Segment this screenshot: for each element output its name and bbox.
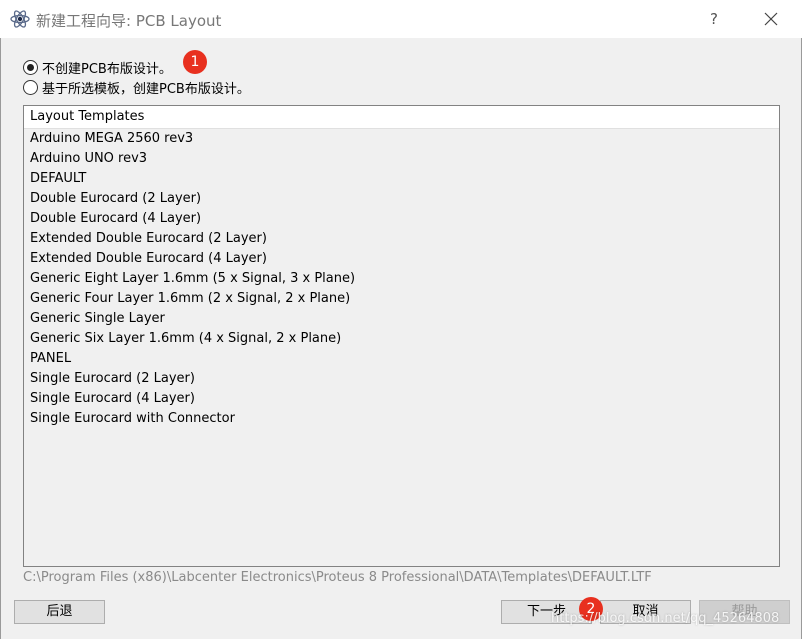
option-no-pcb-label: 不创建PCB布版设计。: [42, 62, 172, 77]
list-header: Layout Templates: [24, 106, 779, 129]
radio-from-template[interactable]: [23, 80, 38, 95]
list-item[interactable]: Arduino MEGA 2560 rev3: [24, 129, 779, 149]
template-path: C:\Program Files (x86)\Labcenter Electro…: [23, 570, 652, 585]
dialog-body: 不创建PCB布版设计。 1 基于所选模板，创建PCB布版设计。 Layout T…: [0, 38, 802, 639]
list-item[interactable]: Extended Double Eurocard (4 Layer): [24, 249, 779, 269]
template-list[interactable]: Layout Templates Arduino MEGA 2560 rev3 …: [23, 105, 780, 567]
list-item[interactable]: Double Eurocard (2 Layer): [24, 189, 779, 209]
list-item[interactable]: Extended Double Eurocard (2 Layer): [24, 229, 779, 249]
list-item[interactable]: Generic Eight Layer 1.6mm (5 x Signal, 3…: [24, 269, 779, 289]
option-from-template[interactable]: 基于所选模板，创建PCB布版设计。: [23, 78, 250, 97]
list-item[interactable]: Arduino UNO rev3: [24, 149, 779, 169]
list-item[interactable]: Single Eurocard (2 Layer): [24, 369, 779, 389]
option-no-pcb[interactable]: 不创建PCB布版设计。: [23, 58, 172, 77]
list-item[interactable]: Generic Six Layer 1.6mm (4 x Signal, 2 x…: [24, 329, 779, 349]
list-item[interactable]: DEFAULT: [24, 169, 779, 189]
option-from-template-label: 基于所选模板，创建PCB布版设计。: [42, 82, 250, 97]
close-button[interactable]: [756, 4, 786, 34]
back-button[interactable]: 后退: [14, 600, 105, 624]
close-icon: [764, 12, 778, 26]
radio-no-pcb[interactable]: [23, 60, 38, 75]
list-item[interactable]: Double Eurocard (4 Layer): [24, 209, 779, 229]
window-title: 新建工程向导: PCB Layout: [36, 12, 222, 30]
list-item[interactable]: Generic Single Layer: [24, 309, 779, 329]
list-item[interactable]: Single Eurocard (4 Layer): [24, 389, 779, 409]
list-item[interactable]: PANEL: [24, 349, 779, 369]
annotation-badge-1: 1: [183, 50, 207, 74]
watermark: https://blog.csdn.net/qq_45264808: [551, 611, 780, 626]
atom-icon: [10, 10, 30, 28]
help-title-button[interactable]: ?: [700, 4, 728, 34]
title-bar: 新建工程向导: PCB Layout ?: [0, 0, 802, 38]
list-item[interactable]: Single Eurocard with Connector: [24, 409, 779, 429]
list-item[interactable]: Generic Four Layer 1.6mm (2 x Signal, 2 …: [24, 289, 779, 309]
